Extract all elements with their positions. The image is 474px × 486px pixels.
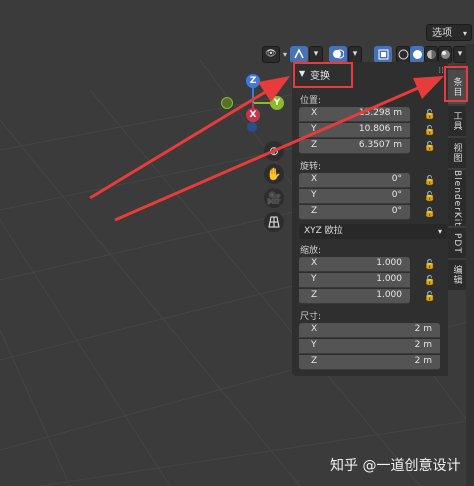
watermark: 知乎 @一道创意设计 bbox=[330, 458, 461, 474]
3d-viewport[interactable]: 选项 ▾ 👁 ▾ ▾ ▾ ▾ Z Y X ✋ 🎥 ▼ 变换 ⁞⁞ 位置: X 1… bbox=[0, 0, 474, 486]
arrow-head-icon bbox=[258, 76, 290, 102]
arrow-head-icon bbox=[413, 76, 444, 99]
annotation-arrows bbox=[89, 76, 444, 222]
